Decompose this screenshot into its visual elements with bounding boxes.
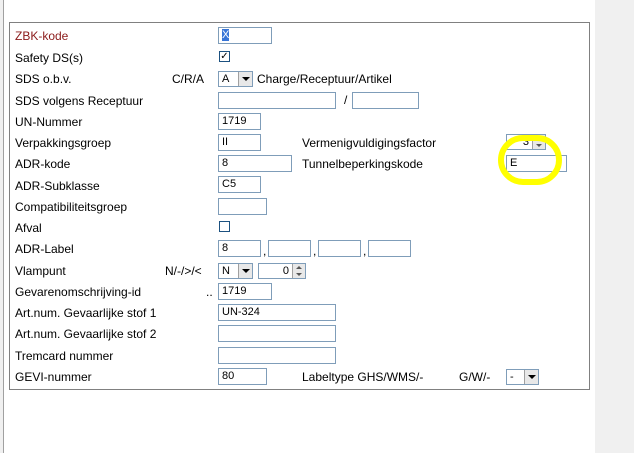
adr-subklasse-input[interactable]: C5 bbox=[218, 176, 261, 193]
gevi-nummer-input[interactable]: 80 bbox=[218, 368, 267, 385]
sds-receptuur-separator: / bbox=[344, 93, 348, 107]
chevron-down-icon bbox=[524, 370, 538, 384]
art-num-2-label: Art.num. Gevaarlijke stof 2 bbox=[15, 327, 157, 341]
vlampunt-spinner[interactable]: 0 bbox=[258, 263, 306, 279]
tunnelbeperkingskode-label: Tunnelbeperkingskode bbox=[302, 157, 423, 171]
safety-ds-checkbox[interactable]: ✓ bbox=[219, 51, 230, 62]
adr-kode-input[interactable]: 8 bbox=[218, 155, 292, 172]
labeltype-select[interactable]: - bbox=[506, 369, 539, 385]
sds-obv-description: Charge/Receptuur/Artikel bbox=[257, 72, 392, 86]
adr-label-input-2[interactable] bbox=[268, 240, 311, 257]
sds-obv-select[interactable]: A bbox=[218, 71, 253, 87]
sds-obv-label: SDS o.b.v. bbox=[15, 72, 72, 86]
right-margin bbox=[595, 0, 634, 453]
sds-receptuur-input-2[interactable] bbox=[352, 92, 419, 109]
verpakkingsgroep-label: Verpakkingsgroep bbox=[15, 136, 112, 150]
safety-ds-label: Safety DS(s) bbox=[15, 51, 84, 65]
hazard-form-panel: ZBK-kode X Safety DS(s) ✓ SDS o.b.v. C/R… bbox=[9, 22, 590, 390]
adr-label-input-1[interactable]: 8 bbox=[218, 240, 261, 257]
tremcard-label: Tremcard nummer bbox=[15, 349, 114, 363]
gevarenomschrijving-id-prefix: .. bbox=[206, 285, 213, 299]
vlampunt-code-label: N/-/>/< bbox=[165, 264, 202, 278]
adr-label-label: ADR-Label bbox=[15, 242, 74, 256]
verpakkingsgroep-input[interactable]: II bbox=[218, 134, 261, 151]
adr-label-input-4[interactable] bbox=[368, 240, 411, 257]
highlight-circle bbox=[498, 135, 562, 185]
afval-label: Afval bbox=[15, 221, 42, 235]
sds-volgens-receptuur-label: SDS volgens Receptuur bbox=[15, 94, 144, 108]
chevron-down-icon bbox=[238, 264, 252, 278]
afval-checkbox[interactable] bbox=[219, 221, 230, 232]
adr-kode-label: ADR-kode bbox=[15, 157, 71, 171]
labeltype-code-label: G/W/- bbox=[459, 370, 491, 384]
compatibiliteitsgroep-label: Compatibiliteitsgroep bbox=[15, 200, 128, 214]
gevarenomschrijving-id-input[interactable]: 1719 bbox=[218, 283, 272, 300]
un-nummer-label: UN-Nummer bbox=[15, 115, 83, 129]
adr-label-input-3[interactable] bbox=[318, 240, 361, 257]
compatibiliteitsgroep-input[interactable] bbox=[218, 198, 267, 215]
gevi-nummer-label: GEVI-nummer bbox=[15, 370, 92, 384]
zbk-kode-label: ZBK-kode bbox=[15, 29, 69, 43]
adr-label-sep-3: , bbox=[363, 244, 367, 258]
zbk-kode-input[interactable]: X bbox=[218, 27, 272, 44]
labeltype-label: Labeltype GHS/WMS/- bbox=[302, 370, 424, 384]
vlampunt-label: Vlampunt bbox=[15, 264, 66, 278]
gevarenomschrijving-id-label: Gevarenomschrijving-id bbox=[15, 285, 142, 299]
tremcard-input[interactable] bbox=[218, 347, 336, 364]
vermenigvuldigingsfactor-label: Vermenigvuldigingsfactor bbox=[302, 136, 437, 150]
spinner-arrows-icon[interactable] bbox=[292, 264, 305, 278]
adr-label-sep-2: , bbox=[313, 244, 317, 258]
art-num-1-label: Art.num. Gevaarlijke stof 1 bbox=[15, 306, 157, 320]
un-nummer-input[interactable]: 1719 bbox=[218, 113, 261, 130]
art-num-2-input[interactable] bbox=[218, 325, 336, 342]
sds-obv-code-label: C/R/A bbox=[172, 72, 205, 86]
art-num-1-input[interactable]: UN-324 bbox=[218, 304, 336, 321]
adr-label-sep-1: , bbox=[263, 244, 267, 258]
sds-receptuur-input-1[interactable] bbox=[218, 92, 336, 109]
adr-subklasse-label: ADR-Subklasse bbox=[15, 179, 100, 193]
chevron-down-icon bbox=[238, 72, 252, 86]
vlampunt-select[interactable]: N bbox=[218, 263, 253, 279]
